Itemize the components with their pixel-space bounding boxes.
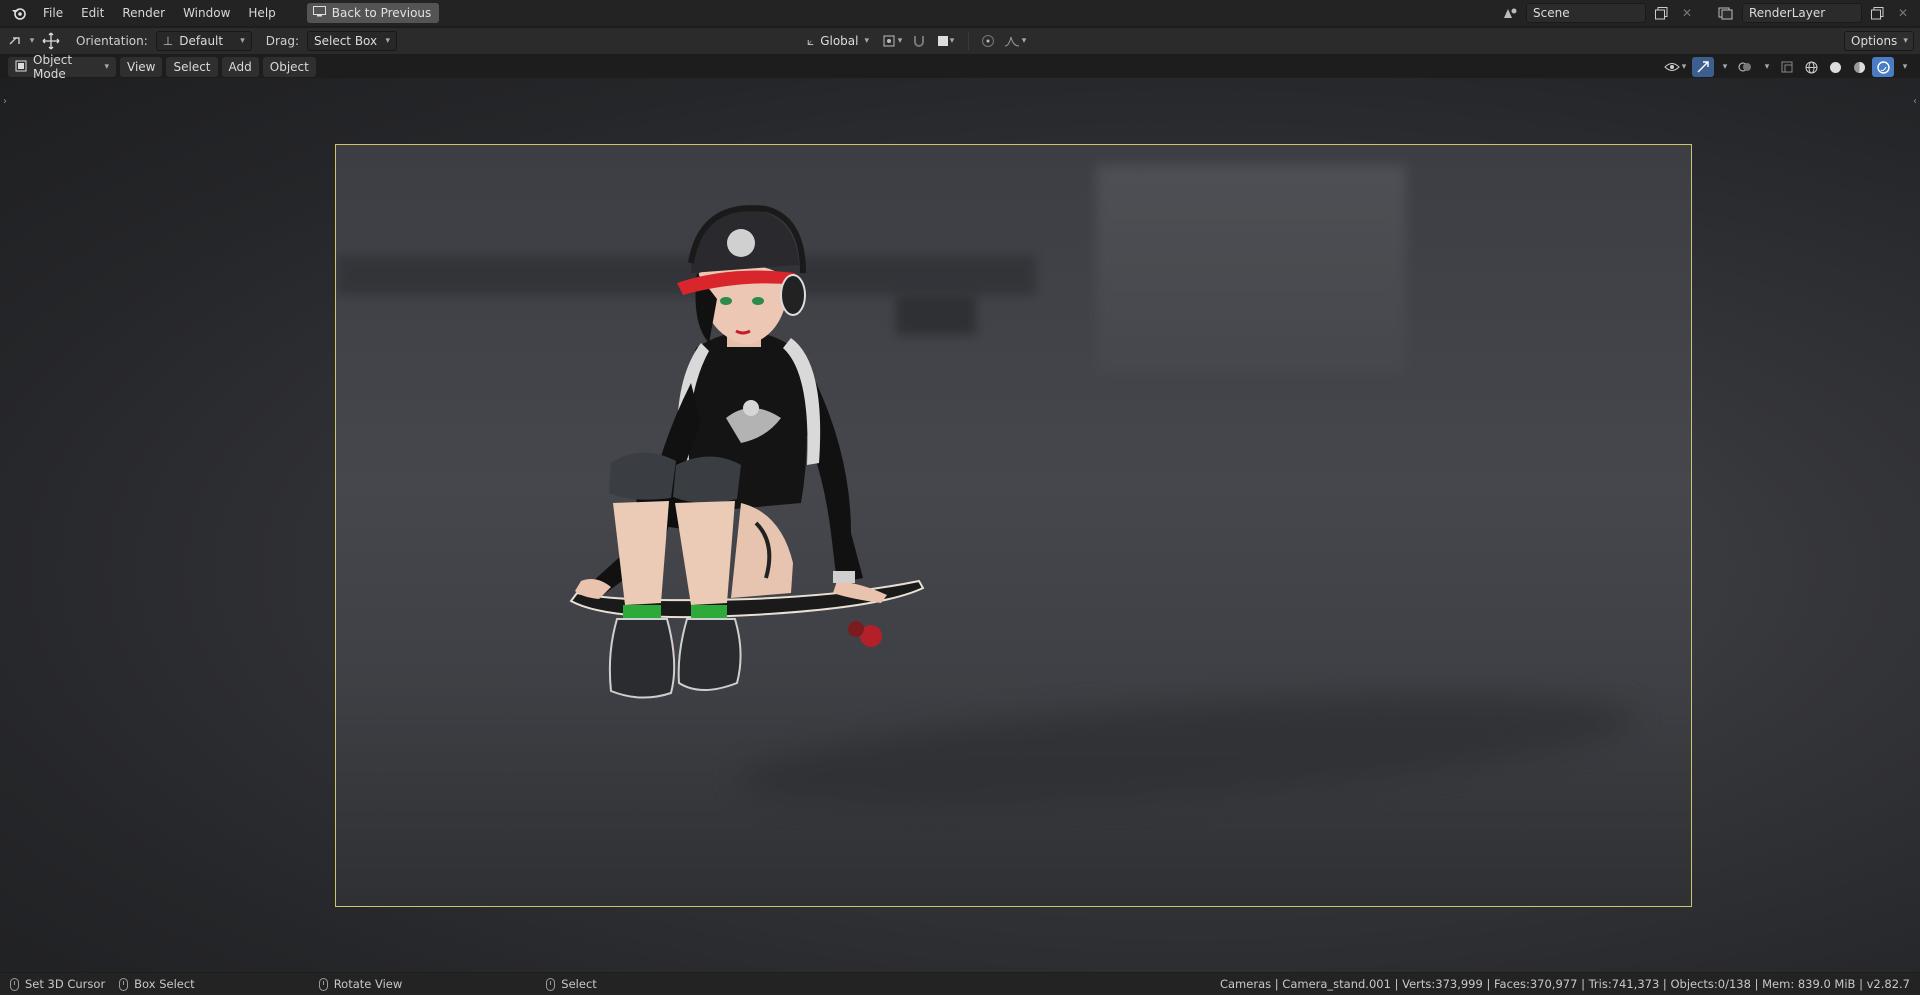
snap-toggle-icon[interactable] xyxy=(908,31,930,51)
back-to-previous-button[interactable]: Back to Previous xyxy=(306,3,440,23)
new-scene-icon[interactable] xyxy=(1650,3,1672,23)
transform-orientation-value: Global xyxy=(820,34,859,48)
viewport-header: Object Mode ▾ View Select Add Object ▾ ▾… xyxy=(0,53,1920,81)
overlays-dropdown-icon[interactable]: ▾ xyxy=(1758,57,1774,77)
drag-label: Drag: xyxy=(265,34,299,48)
object-mode-label: Object Mode xyxy=(33,53,73,81)
blender-logo-icon[interactable] xyxy=(6,2,32,24)
scene-name-field[interactable]: Scene xyxy=(1526,3,1646,23)
menu-window[interactable]: Window xyxy=(174,2,239,24)
solid-shading-icon[interactable] xyxy=(1824,57,1846,77)
delete-view-layer-icon[interactable]: ✕ xyxy=(1892,3,1914,23)
mouse-drag-icon xyxy=(119,977,129,991)
status-hint-label: Set 3D Cursor xyxy=(25,977,106,991)
delete-scene-icon[interactable]: ✕ xyxy=(1676,3,1698,23)
menu-file[interactable]: File xyxy=(34,2,72,24)
tool-settings-bar: ▾ Orientation: ⊥ Default ▾ Drag: Select … xyxy=(0,28,1920,54)
tool-type-icon[interactable]: ▾ xyxy=(6,31,36,51)
status-hint-box-select: Box Select xyxy=(119,977,195,991)
render-layer-field[interactable]: RenderLayer xyxy=(1742,3,1862,23)
scene-name: Scene xyxy=(1533,6,1570,20)
proportional-edit-icon[interactable] xyxy=(977,31,999,51)
headphones xyxy=(780,274,806,316)
menu-view[interactable]: View xyxy=(120,57,163,77)
menu-render[interactable]: Render xyxy=(113,2,174,24)
chevron-down-icon: ▾ xyxy=(385,36,390,46)
orientation-value: Default xyxy=(179,34,224,48)
shading-dropdown-icon[interactable]: ▾ xyxy=(1896,57,1912,77)
mouse-right-icon xyxy=(546,977,556,991)
gizmo-toggle-icon[interactable] xyxy=(1692,57,1714,77)
knee-pad xyxy=(673,456,741,504)
status-hint-label: Box Select xyxy=(134,977,195,991)
scene-browse-icon[interactable] xyxy=(1500,3,1522,23)
render-layer-name: RenderLayer xyxy=(1749,6,1826,20)
snap-target-icon[interactable]: ▾ xyxy=(932,31,960,51)
status-hint-rotate-view: Rotate View xyxy=(318,977,403,991)
pivot-point-icon[interactable]: ▾ xyxy=(878,31,906,51)
status-hint-set-3d-cursor: Set 3D Cursor xyxy=(10,977,105,991)
3d-viewport[interactable]: › ‹ xyxy=(0,78,1920,972)
wireframe-shading-icon[interactable] xyxy=(1800,57,1822,77)
rendered-shading-icon[interactable] xyxy=(1872,57,1894,77)
status-hint-label: Select xyxy=(561,977,597,991)
skater-girl-render xyxy=(569,205,925,699)
menu-edit[interactable]: Edit xyxy=(72,2,113,24)
gizmo-dropdown-icon[interactable]: ▾ xyxy=(1716,57,1732,77)
options-dropdown[interactable]: Options ▾ xyxy=(1844,31,1914,51)
scene-statistics: Cameras | Camera_stand.001 | Verts:373,9… xyxy=(1219,977,1910,991)
xray-toggle-icon[interactable] xyxy=(1776,57,1798,77)
camera-frame xyxy=(335,144,1692,907)
mouse-left-icon xyxy=(10,977,19,991)
menu-help[interactable]: Help xyxy=(239,2,284,24)
options-label: Options xyxy=(1851,34,1898,48)
overlays-icon[interactable] xyxy=(1734,57,1756,77)
falloff-curve-icon[interactable]: ▾ xyxy=(1001,31,1029,51)
toolbar-expand-arrow-icon[interactable]: › xyxy=(3,96,7,107)
orientation-axis-icon: ⊥ xyxy=(162,34,174,48)
background-wall xyxy=(1096,165,1406,375)
sneaker xyxy=(677,618,742,691)
back-to-previous-label: Back to Previous xyxy=(331,6,432,20)
transform-orientation-dropdown[interactable]: ⟀ Global ▾ xyxy=(799,31,876,51)
separator xyxy=(967,32,969,50)
scene-selectors: Scene ✕ RenderLayer ✕ xyxy=(1500,3,1914,23)
transform-controls: ⟀ Global ▾ ▾ ▾ ▾ xyxy=(799,31,1029,51)
drag-dropdown[interactable]: Select Box ▾ xyxy=(306,31,397,51)
object-mode-dropdown[interactable]: Object Mode ▾ xyxy=(8,53,116,81)
menu-select[interactable]: Select xyxy=(166,57,218,77)
global-axis-icon: ⟀ xyxy=(806,33,815,48)
view-layer-browse-icon[interactable] xyxy=(1716,3,1738,23)
drag-value: Select Box xyxy=(313,34,378,48)
visibility-eye-icon[interactable]: ▾ xyxy=(1660,57,1690,77)
status-bar: Set 3D Cursor Box Select Rotate View Sel… xyxy=(0,973,1920,995)
move-tool-icon[interactable] xyxy=(36,31,66,51)
menu-object[interactable]: Object xyxy=(262,57,316,77)
top-bar: File Edit Render Window Help Back to Pre… xyxy=(0,0,1920,26)
new-view-layer-icon[interactable] xyxy=(1866,3,1888,23)
status-hint-select: Select xyxy=(546,977,597,991)
sidebar-expand-arrow-icon[interactable]: ‹ xyxy=(1913,96,1917,107)
sneaker xyxy=(608,618,676,699)
orientation-dropdown[interactable]: ⊥ Default ▾ xyxy=(155,31,252,51)
orientation-label: Orientation: xyxy=(76,34,148,48)
object-mode-icon xyxy=(15,60,27,75)
menu-add[interactable]: Add xyxy=(221,57,259,77)
screen-icon xyxy=(312,6,326,20)
viewport-shading-controls: ▾ ▾ ▾ ▾ xyxy=(1660,57,1912,77)
mouse-middle-icon xyxy=(318,977,328,991)
chevron-down-icon: ▾ xyxy=(240,36,245,46)
knee-pad xyxy=(609,452,676,500)
material-preview-shading-icon[interactable] xyxy=(1848,57,1870,77)
status-hint-label: Rotate View xyxy=(333,977,403,991)
